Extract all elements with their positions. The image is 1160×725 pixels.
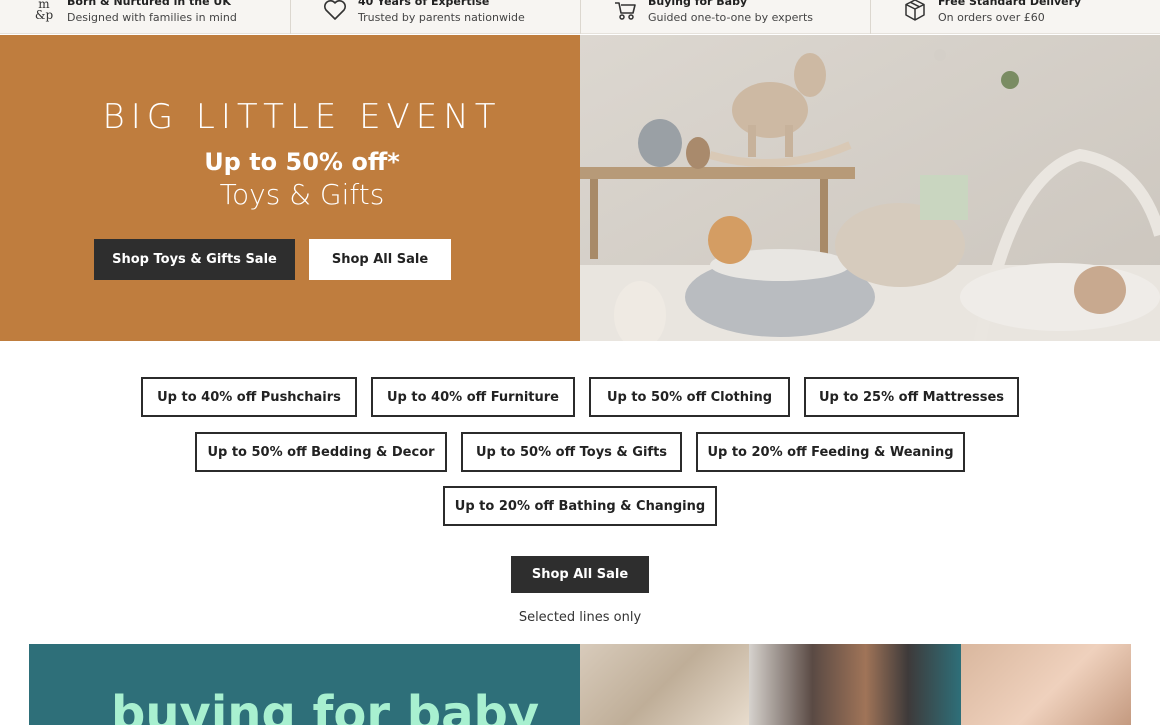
category-furniture-button[interactable]: Up to 40% off Furniture <box>371 377 575 417</box>
usp-title: Buying for Baby <box>648 0 748 8</box>
shop-toys-gifts-sale-button[interactable]: Shop Toys & Gifts Sale <box>94 239 295 280</box>
fabric-image <box>580 644 749 725</box>
hero-subtitle: Toys & Gifts <box>219 178 385 211</box>
usp-item-buying: Buying for Baby Guided one-to-one by exp… <box>580 0 870 34</box>
usp-title: Free Standard Delivery <box>938 0 1082 8</box>
category-bathing-changing-button[interactable]: Up to 20% off Bathing & Changing <box>443 486 717 526</box>
hero-text-panel: BIG LITTLE EVENT Up to 50% off* Toys & G… <box>0 35 580 341</box>
usp-subtitle: On orders over £60 <box>938 11 1045 24</box>
baby-image <box>961 644 1131 725</box>
hero-banner: BIG LITTLE EVENT Up to 50% off* Toys & G… <box>0 35 1160 341</box>
category-toys-gifts-button[interactable]: Up to 50% off Toys & Gifts <box>461 432 682 472</box>
selected-lines-note: Selected lines only <box>518 610 642 625</box>
pram-icon <box>613 0 637 22</box>
hero-nursery-image[interactable] <box>580 35 1160 341</box>
usp-subtitle: Guided one-to-one by experts <box>648 11 813 24</box>
heart-icon <box>323 0 347 22</box>
usp-title: 40 Years of Expertise <box>358 0 490 8</box>
shop-all-sale-button[interactable]: Shop All Sale <box>511 556 649 593</box>
buying-for-baby-title: buying for baby <box>111 686 540 725</box>
buying-for-baby-panel: buying for baby <box>29 644 580 725</box>
category-bedding-decor-button[interactable]: Up to 50% off Bedding & Decor <box>195 432 447 472</box>
buying-for-baby-banner[interactable]: buying for baby <box>29 644 1131 725</box>
usp-item-delivery: Free Standard Delivery On orders over £6… <box>870 0 1160 34</box>
hero-offer: Up to 50% off* <box>204 148 400 176</box>
usp-subtitle: Designed with families in mind <box>67 11 237 24</box>
usp-title: Born & Nurtured in the UK <box>67 0 231 8</box>
hero-title: BIG LITTLE EVENT <box>102 97 502 137</box>
pregnancy-image <box>749 644 961 725</box>
usp-bar: m &p Born & Nurtured in the UK Designed w… <box>0 0 1160 34</box>
usp-subtitle: Trusted by parents nationwide <box>358 11 525 24</box>
category-mattresses-button[interactable]: Up to 25% off Mattresses <box>804 377 1019 417</box>
usp-item-uk: m &p Born & Nurtured in the UK Designed w… <box>0 0 290 34</box>
usp-item-expertise: 40 Years of Expertise Trusted by parents… <box>290 0 580 34</box>
category-clothing-button[interactable]: Up to 50% off Clothing <box>589 377 790 417</box>
category-feeding-weaning-button[interactable]: Up to 20% off Feeding & Weaning <box>696 432 965 472</box>
mp-logo-icon: m &p <box>34 0 54 22</box>
shop-all-sale-hero-button[interactable]: Shop All Sale <box>309 239 451 280</box>
category-pushchairs-button[interactable]: Up to 40% off Pushchairs <box>141 377 357 417</box>
box-icon <box>903 0 927 22</box>
